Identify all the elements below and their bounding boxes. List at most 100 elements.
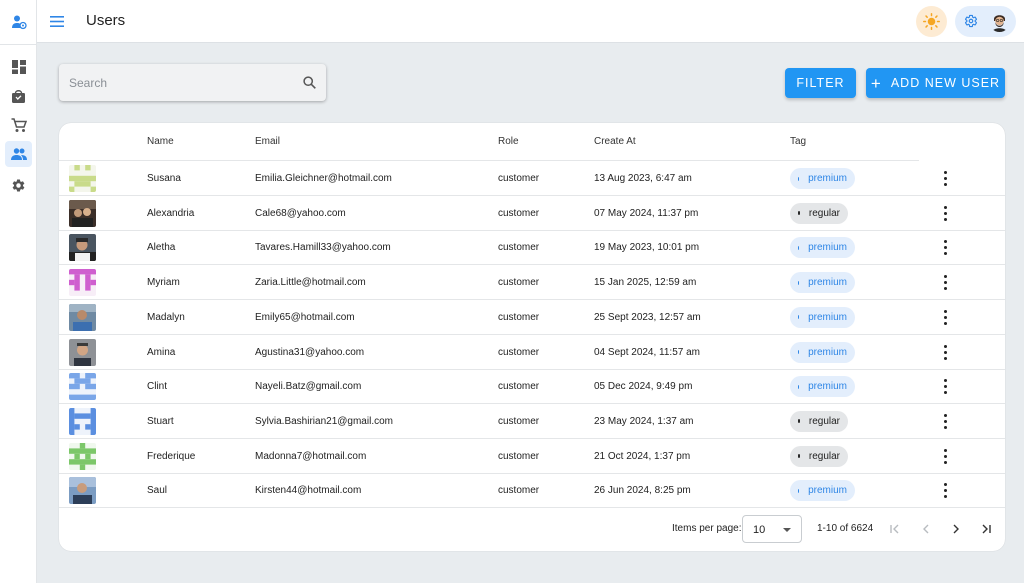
next-page-button[interactable] xyxy=(948,521,964,537)
table-header: Name Email Role Create At Tag xyxy=(59,123,919,161)
more-vert-icon[interactable] xyxy=(941,205,949,221)
plus-icon: + xyxy=(870,73,882,93)
cell-role: customer xyxy=(498,242,540,254)
user-thumbnail xyxy=(69,477,96,505)
more-vert-icon[interactable] xyxy=(941,275,949,291)
add-new-user-button[interactable]: + ADD NEW USER xyxy=(866,68,1005,98)
tag-chip: premium xyxy=(790,306,855,328)
cell-email: Emilia.Gleichner@hotmail.com xyxy=(255,173,392,184)
cell-name: Alexandria xyxy=(147,207,195,219)
cell-create-at: 26 Jun 2024, 8:25 pm xyxy=(594,485,691,497)
tag-dot xyxy=(798,211,800,216)
more-vert-icon[interactable] xyxy=(941,379,949,395)
shopping-bag-icon xyxy=(12,89,25,103)
user-thumbnail xyxy=(69,442,96,470)
more-vert-icon[interactable] xyxy=(941,240,949,256)
tag-chip: premium xyxy=(790,480,855,502)
user-thumbnail xyxy=(69,338,96,366)
cell-name: Frederique xyxy=(147,450,196,462)
more-vert-icon[interactable] xyxy=(941,171,949,186)
account-menu-button[interactable] xyxy=(955,6,1016,37)
column-header-role[interactable]: Role xyxy=(498,136,519,147)
next-page-icon xyxy=(953,524,959,534)
cell-name: Madalyn xyxy=(147,311,185,323)
tag-label: premium xyxy=(808,277,847,289)
table-row[interactable]: Stuart Sylvia.Bashirian21@gmail.com custom… xyxy=(59,404,1005,439)
user-thumbnail xyxy=(69,303,96,331)
column-header-create-at[interactable]: Create At xyxy=(594,136,636,147)
cell-create-at: 25 Sept 2023, 12:57 am xyxy=(594,311,701,323)
cart-icon xyxy=(11,117,27,132)
sidebar-item-dashboard[interactable] xyxy=(5,54,32,80)
app-logo[interactable] xyxy=(0,0,37,45)
user-logo-icon xyxy=(11,15,27,30)
last-page-icon xyxy=(982,524,991,534)
user-thumbnail xyxy=(69,269,96,297)
cell-name: Clint xyxy=(147,381,168,393)
column-header-tag[interactable]: Tag xyxy=(790,136,806,147)
tag-chip: regular xyxy=(790,410,848,432)
top-header: Users xyxy=(37,0,1024,43)
cell-email: Emily65@hotmail.com xyxy=(255,311,355,323)
search-box xyxy=(59,64,326,101)
cell-email: Agustina31@yahoo.com xyxy=(255,346,365,358)
tag-dot xyxy=(798,176,800,181)
tag-chip: premium xyxy=(790,376,855,398)
more-vert-icon[interactable] xyxy=(941,344,949,360)
more-vert-icon[interactable] xyxy=(941,413,949,429)
column-header-name[interactable]: Name xyxy=(147,136,174,147)
cell-create-at: 05 Dec 2024, 9:49 pm xyxy=(594,381,693,393)
table-row[interactable]: Madalyn Emily65@hotmail.com customer 25 Sep… xyxy=(59,300,1005,335)
table-row[interactable]: Susana Emilia.Gleichner@hotmail.com custom… xyxy=(59,161,1005,196)
prev-page-button[interactable] xyxy=(918,521,934,537)
more-vert-icon[interactable] xyxy=(941,483,949,499)
sidebar-item-orders[interactable] xyxy=(5,112,32,138)
gear-icon xyxy=(964,14,978,28)
cell-email: Sylvia.Bashirian21@gmail.com xyxy=(255,415,393,427)
tag-chip: regular xyxy=(790,202,848,224)
first-page-button[interactable] xyxy=(887,521,903,537)
cell-create-at: 04 Sept 2024, 11:57 am xyxy=(594,346,701,358)
pagination-range: 1-10 of 6624 xyxy=(817,523,874,534)
theme-toggle-button[interactable] xyxy=(916,6,947,37)
more-vert-icon[interactable] xyxy=(941,448,949,464)
add-new-user-label: ADD NEW USER xyxy=(890,76,1001,90)
tag-label: premium xyxy=(808,346,847,358)
table-row[interactable]: Clint Nayeli.Batz@gmail.com customer 05 Dec… xyxy=(59,369,1005,405)
tag-label: regular xyxy=(808,415,840,427)
table-row[interactable]: Amina Agustina31@yahoo.com customer 04 Sept… xyxy=(59,335,1005,370)
cell-role: customer xyxy=(498,450,540,462)
cell-email: Tavares.Hamill33@yahoo.com xyxy=(255,242,391,254)
filter-button[interactable]: FILTER xyxy=(785,68,856,98)
sidebar-item-products[interactable] xyxy=(5,83,32,109)
cell-name: Myriam xyxy=(147,277,180,289)
tag-dot xyxy=(798,245,800,250)
items-per-page-select[interactable]: 10 xyxy=(742,515,802,543)
table-row[interactable]: Myriam Zaria.Little@hotmail.com customer 15… xyxy=(59,265,1005,301)
cell-role: customer xyxy=(498,381,540,393)
cell-email: Kirsten44@hotmail.com xyxy=(255,485,362,497)
table-row[interactable]: Aletha Tavares.Hamill33@yahoo.com customer… xyxy=(59,230,1005,266)
menu-button[interactable] xyxy=(47,11,67,31)
menu-icon xyxy=(50,15,64,27)
more-vert-icon[interactable] xyxy=(941,309,949,325)
search-input[interactable] xyxy=(69,64,289,101)
cell-name: Amina xyxy=(147,346,176,358)
sidebar-item-users[interactable] xyxy=(5,141,32,167)
column-header-email[interactable]: Email xyxy=(255,136,280,147)
tag-label: premium xyxy=(808,173,847,184)
cell-role: customer xyxy=(498,485,540,497)
first-page-icon xyxy=(890,524,899,534)
cell-create-at: 13 Aug 2023, 6:47 am xyxy=(594,173,692,184)
table-row[interactable]: Alexandria Cale68@yahoo.com customer 07 May… xyxy=(59,196,1005,231)
filter-button-label: FILTER xyxy=(796,76,845,90)
search-icon[interactable] xyxy=(303,76,316,89)
table-row[interactable]: Saul Kirsten44@hotmail.com customer 26 Jun … xyxy=(59,473,1005,509)
table-row[interactable]: Frederique Madonna7@hotmail.com customer 21… xyxy=(59,439,1005,474)
last-page-button[interactable] xyxy=(978,521,994,537)
sidebar xyxy=(0,0,37,583)
tag-label: regular xyxy=(808,450,840,462)
sidebar-item-settings[interactable] xyxy=(5,172,32,198)
dashboard-icon xyxy=(11,60,26,74)
cell-email: Zaria.Little@hotmail.com xyxy=(255,277,366,289)
